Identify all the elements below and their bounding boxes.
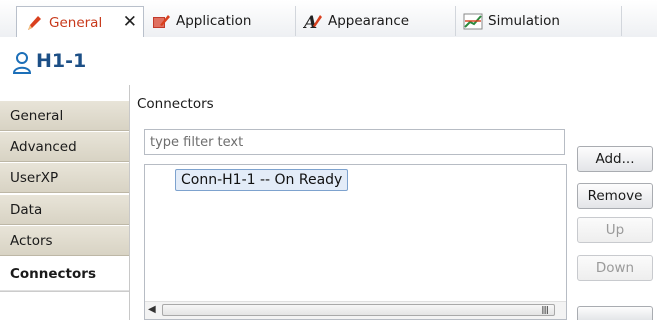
- scroll-left-arrow-icon[interactable]: ◀: [148, 304, 156, 315]
- sidebar-nav: General Advanced UserXP Data Actors Conn…: [0, 101, 129, 295]
- editor-tab-bar: General ✕ Application A Appearance Simul…: [0, 0, 657, 38]
- application-icon: [150, 11, 172, 31]
- scroll-grip: III: [541, 304, 549, 317]
- tab-application[interactable]: Application: [144, 6, 296, 36]
- add-button[interactable]: Add...: [577, 146, 653, 172]
- tab-appearance[interactable]: A Appearance: [296, 6, 456, 36]
- tab-label: Appearance: [328, 13, 410, 29]
- list-item[interactable]: Conn-H1-1 -- On Ready: [175, 169, 349, 191]
- sidebar-item-data[interactable]: Data: [0, 195, 129, 225]
- sidebar-item-advanced[interactable]: Advanced: [0, 132, 129, 162]
- sidebar-item-userxp[interactable]: UserXP: [0, 163, 129, 193]
- down-button[interactable]: Down: [577, 255, 653, 281]
- sidebar-item-actors[interactable]: Actors: [0, 226, 129, 256]
- tab-label: General: [49, 14, 103, 31]
- tab-label: Simulation: [488, 13, 560, 29]
- remove-button[interactable]: Remove: [577, 183, 653, 209]
- pencil-icon: [23, 13, 45, 33]
- tab-simulation[interactable]: Simulation: [456, 6, 622, 36]
- sidebar-footer: [0, 291, 129, 321]
- horizontal-scrollbar[interactable]: ◀ III: [145, 301, 566, 319]
- person-icon: [12, 51, 32, 75]
- sidebar-item-connectors[interactable]: Connectors: [0, 257, 129, 291]
- connectors-list[interactable]: Conn-H1-1 -- On Ready ◀ III: [144, 164, 567, 320]
- filter-input[interactable]: [144, 129, 565, 155]
- page-title: H1-1: [36, 50, 87, 72]
- appearance-icon: A: [302, 11, 324, 31]
- scrollbar-thumb[interactable]: III: [162, 304, 555, 317]
- svg-text:A: A: [303, 13, 317, 30]
- simulation-chart-icon: [462, 11, 484, 31]
- close-tab-button[interactable]: ✕: [123, 12, 137, 32]
- extra-button[interactable]: [577, 306, 653, 320]
- tab-general[interactable]: General ✕: [16, 6, 144, 38]
- tab-label: Application: [176, 13, 252, 29]
- section-title: Connectors: [137, 96, 214, 112]
- editor-header: H1-1: [0, 37, 657, 85]
- up-button[interactable]: Up: [577, 217, 653, 243]
- sidebar-item-general[interactable]: General: [0, 101, 129, 131]
